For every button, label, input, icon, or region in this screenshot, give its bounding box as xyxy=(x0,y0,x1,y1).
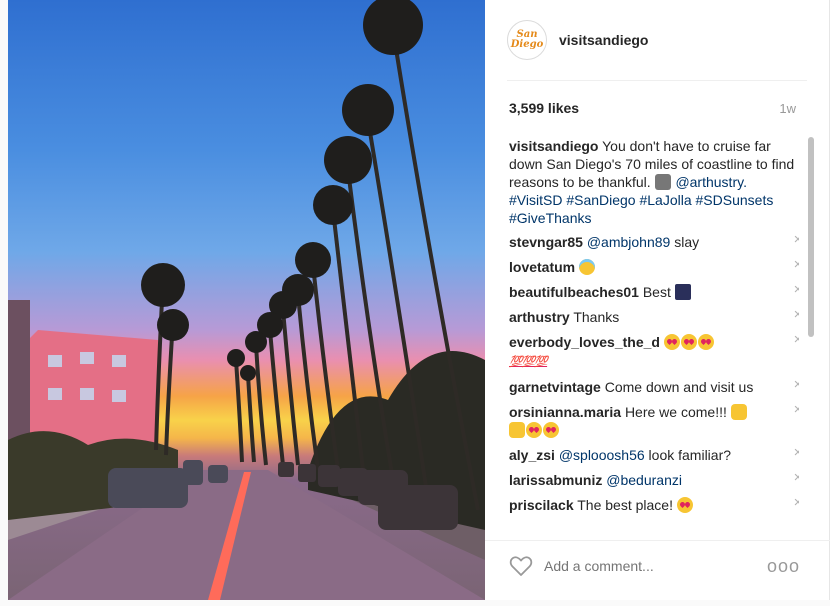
post-header: San Diego visitsandiego xyxy=(485,0,830,80)
comment-text: The best place! xyxy=(577,497,673,513)
raised-hands-emoji-icon xyxy=(730,404,747,420)
camera-emoji-icon xyxy=(654,174,671,190)
comment-item: aly_zsi @splooosh56 look familiar? × xyxy=(509,445,799,464)
more-options-icon[interactable]: ooo xyxy=(767,557,800,575)
comment-mention[interactable]: @splooosh56 xyxy=(559,447,645,463)
heart-eyes-emoji-icon xyxy=(526,422,542,438)
comment-item: larissabmuniz @beduranzi × xyxy=(509,470,799,489)
close-icon[interactable]: × xyxy=(791,377,799,392)
heart-eyes-emoji-icon xyxy=(663,334,680,350)
comment-username[interactable]: arthustry xyxy=(509,309,570,325)
comment-username[interactable]: larissabmuniz xyxy=(509,472,602,488)
comment-item: priscilack The best place! × xyxy=(509,495,799,514)
comment-item: orsinianna.maria Here we come!!! × xyxy=(509,402,799,439)
avatar-logo-text: San Diego xyxy=(510,29,544,50)
avatar[interactable]: San Diego xyxy=(507,20,547,60)
angel-emoji-icon xyxy=(579,259,596,275)
comment-username[interactable]: lovetatum xyxy=(509,259,575,275)
likes-count[interactable]: 3,599 likes xyxy=(509,100,579,116)
close-icon[interactable]: × xyxy=(791,257,799,272)
close-icon[interactable]: × xyxy=(791,332,799,347)
close-icon[interactable]: × xyxy=(791,232,799,247)
close-icon[interactable]: × xyxy=(791,307,799,322)
comments-scrollbar[interactable] xyxy=(808,137,816,532)
scrollbar-thumb[interactable] xyxy=(808,137,814,337)
comment-mention[interactable]: @ambjohn89 xyxy=(587,234,671,250)
account-username-link[interactable]: visitsandiego xyxy=(559,32,648,48)
comment-mention[interactable]: @beduranzi xyxy=(606,472,682,488)
comments-list[interactable]: visitsandiego You don't have to cruise f… xyxy=(509,137,799,532)
post-age[interactable]: 1w xyxy=(779,101,796,116)
comment-text: Thanks xyxy=(573,309,620,325)
picture-emoji-icon xyxy=(674,284,691,300)
comment-username[interactable]: orsinianna.maria xyxy=(509,404,621,420)
close-icon[interactable]: × xyxy=(791,495,799,510)
header-divider xyxy=(507,80,807,81)
heart-eyes-emoji-icon xyxy=(676,497,693,513)
comment-item: arthustry Thanks × xyxy=(509,307,799,326)
comment-username[interactable]: beautifulbeaches01 xyxy=(509,284,639,300)
comment-item: lovetatum × xyxy=(509,257,799,276)
heart-eyes-emoji-icon xyxy=(697,334,714,350)
heart-eyes-emoji-icon xyxy=(680,334,697,350)
comment-username[interactable]: garnetvintage xyxy=(509,379,601,395)
photo-scene xyxy=(8,0,485,600)
comment-footer: ooo xyxy=(485,540,830,590)
comment-text: look familiar? xyxy=(644,447,732,463)
hundred-emoji-icon: 💯💯💯 xyxy=(509,356,548,368)
comment-username[interactable]: aly_zsi xyxy=(509,447,555,463)
comment-text: Come down and visit us xyxy=(604,379,754,395)
raised-hands-emoji-icon xyxy=(509,422,525,438)
post-caption: visitsandiego You don't have to cruise f… xyxy=(509,137,799,227)
heart-eyes-emoji-icon xyxy=(543,422,559,438)
comment-item: stevngar85 @ambjohn89 slay × xyxy=(509,232,799,251)
post-photo[interactable] xyxy=(8,0,485,600)
comment-text: Best xyxy=(642,284,671,300)
comment-username[interactable]: stevngar85 xyxy=(509,234,583,250)
comment-text: Here we come!!! xyxy=(624,404,727,420)
close-icon[interactable]: × xyxy=(791,445,799,460)
heart-outline-icon[interactable] xyxy=(509,555,533,577)
caption-username[interactable]: visitsandiego xyxy=(509,138,598,154)
comment-item: garnetvintage Come down and visit us × xyxy=(509,377,799,396)
comment-item: everbody_loves_the_d 💯💯💯 × xyxy=(509,332,799,371)
close-icon[interactable]: × xyxy=(791,470,799,485)
close-icon[interactable]: × xyxy=(791,282,799,297)
comment-username[interactable]: priscilack xyxy=(509,497,574,513)
comment-text: slay xyxy=(670,234,700,250)
post-details-panel: San Diego visitsandiego 3,599 likes 1w v… xyxy=(485,0,830,600)
close-icon[interactable]: × xyxy=(791,402,799,417)
comment-username[interactable]: everbody_loves_the_d xyxy=(509,334,660,350)
comment-item: beautifulbeaches01 Best × xyxy=(509,282,799,301)
add-comment-input[interactable] xyxy=(544,558,764,574)
